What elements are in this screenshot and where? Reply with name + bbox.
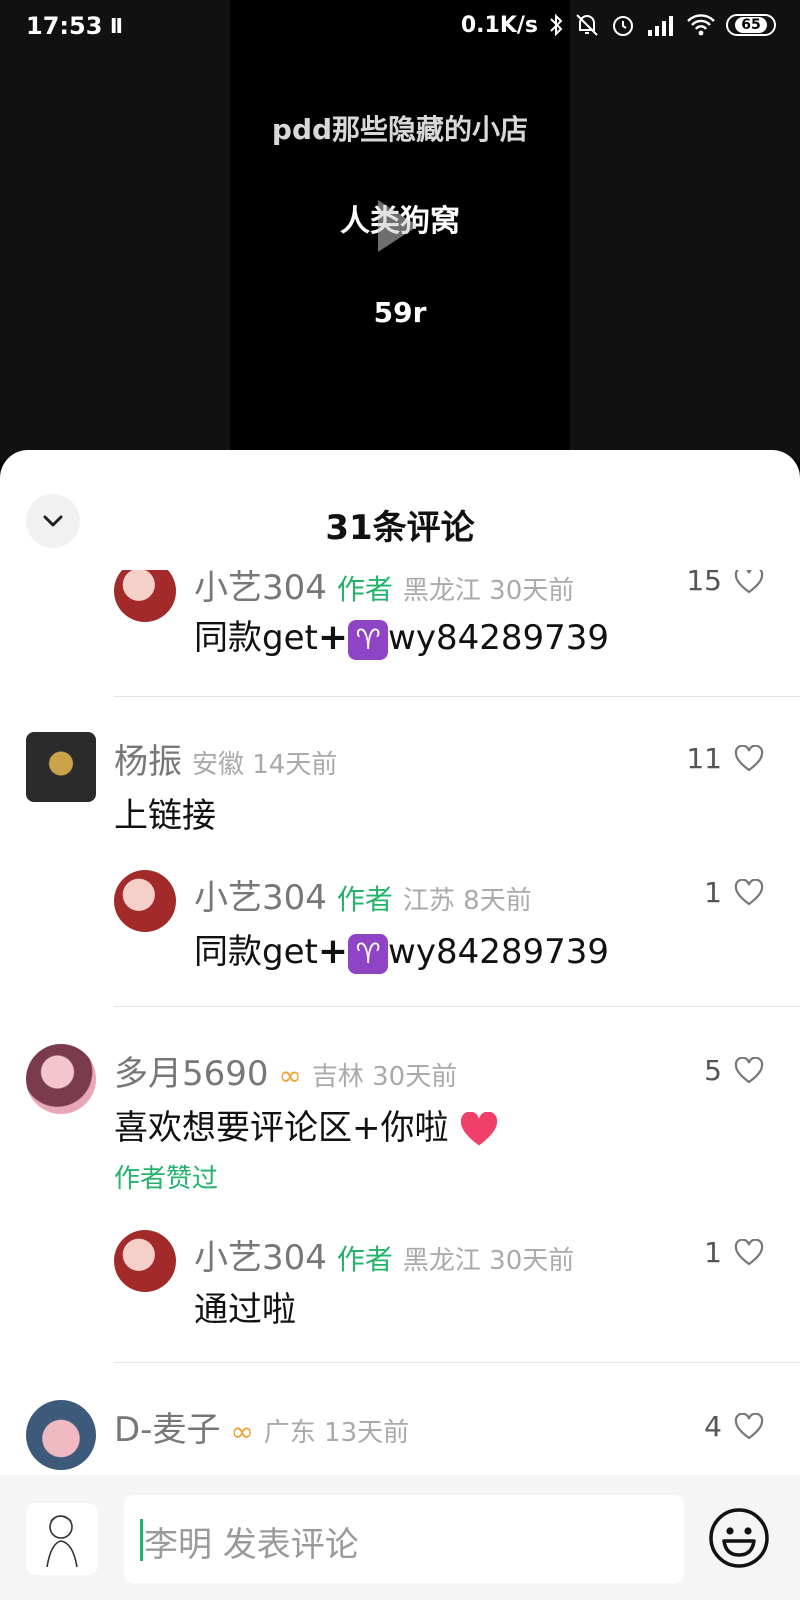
heart-icon[interactable] <box>734 570 764 595</box>
comment-text-main: 喜欢想要评论区+你啦 <box>114 1108 449 1148</box>
username[interactable]: 小艺304 <box>194 570 327 609</box>
comment-meta: 杨振 安徽 14天前 <box>114 734 337 783</box>
author-badge: 作者 <box>336 883 393 916</box>
signal-icon <box>648 16 673 36</box>
like-control[interactable]: 4 <box>704 1410 764 1443</box>
pause-icon: II <box>110 14 123 38</box>
heart-icon[interactable] <box>734 878 764 907</box>
comment-text: 通过啦 <box>194 1290 296 1330</box>
comment-text-prefix: 同款get <box>194 932 318 972</box>
username[interactable]: 小艺304 <box>194 1230 327 1279</box>
video-caption-line3: 59r <box>373 296 427 329</box>
wifi-icon <box>687 14 715 36</box>
avatar[interactable] <box>26 1400 96 1470</box>
my-avatar[interactable] <box>26 1503 98 1575</box>
avatar[interactable] <box>114 570 176 622</box>
username[interactable]: D-麦子 <box>114 1402 220 1451</box>
like-count: 1 <box>704 1236 722 1269</box>
like-control[interactable]: 1 <box>704 1236 764 1269</box>
comments-count-title: 31条评论 <box>325 508 475 548</box>
vip-badge-icon: ∞ <box>230 1415 254 1448</box>
comment-meta: 小艺304 作者 黑龙江 30天前 <box>194 570 574 609</box>
like-control[interactable]: 5 <box>704 1054 764 1087</box>
comment-text-prefix: 同款get <box>194 618 318 658</box>
divider <box>114 1006 800 1007</box>
avatar[interactable] <box>26 732 96 802</box>
username[interactable]: 多月5690 <box>114 1046 269 1095</box>
status-bar: 17:53 II 0.1K/s 65 <box>0 0 800 56</box>
heart-icon[interactable] <box>734 1412 764 1441</box>
divider <box>114 1362 800 1363</box>
region-time: 黑龙江 30天前 <box>402 576 575 606</box>
comment-text-suffix: wy84289739 <box>388 618 609 658</box>
aries-emoji: ♈ <box>348 619 389 660</box>
heart-icon[interactable] <box>734 1238 764 1267</box>
status-icons: 0.1K/s 65 <box>461 12 776 38</box>
red-heart-emoji <box>461 1111 498 1145</box>
text-caret <box>140 1519 143 1561</box>
like-count: 1 <box>704 876 722 909</box>
alarm-icon <box>613 16 633 36</box>
comment-input-placeholder: 李明 发表评论 <box>144 1525 359 1565</box>
comment-meta: 多月5690 ∞ 吉林 30天前 <box>114 1046 457 1095</box>
author-liked-label: 作者赞过 <box>114 1164 219 1194</box>
emoji-icon[interactable] <box>708 1507 770 1569</box>
like-control[interactable]: 11 <box>686 742 764 775</box>
region-time: 吉林 30天前 <box>311 1062 458 1092</box>
comment-input[interactable]: 李明 发表评论 <box>124 1495 684 1583</box>
comment-text: 喜欢想要评论区+你啦 <box>114 1100 499 1149</box>
vip-badge-icon: ∞ <box>278 1059 302 1092</box>
battery-icon: 65 <box>726 14 776 36</box>
author-badge: 作者 <box>336 1243 393 1276</box>
author-badge: 作者 <box>336 573 393 606</box>
plus-emoji: + <box>317 931 349 972</box>
play-icon[interactable] <box>378 200 418 252</box>
comment-text: 同款get+ ♈ wy84289739 <box>194 610 609 660</box>
battery-level: 65 <box>735 17 767 33</box>
avatar[interactable] <box>114 1230 176 1292</box>
comment-text: 上链接 <box>114 796 216 836</box>
region-time: 广东 13天前 <box>263 1418 410 1448</box>
comment-text-suffix: wy84289739 <box>388 932 609 972</box>
comment-composer: 李明 发表评论 <box>0 1475 800 1600</box>
heart-icon[interactable] <box>734 744 764 773</box>
plus-emoji: + <box>317 617 349 658</box>
comments-sheet: 31条评论 小艺304 作者 黑龙江 30天前 15 同款get+ ♈ wy8428… <box>0 450 800 1600</box>
comment-meta: D-麦子 ∞ 广东 13天前 <box>114 1402 409 1451</box>
avatar[interactable] <box>26 1044 96 1114</box>
divider <box>114 696 800 697</box>
comment-list[interactable]: 小艺304 作者 黑龙江 30天前 15 同款get+ ♈ wy84289739 杨… <box>0 570 800 1470</box>
status-time: 17:53 <box>26 12 103 40</box>
avatar[interactable] <box>114 870 176 932</box>
like-count: 4 <box>704 1410 722 1443</box>
aries-emoji: ♈ <box>348 933 389 974</box>
like-count: 11 <box>686 742 722 775</box>
region-time: 黑龙江 30天前 <box>402 1246 575 1276</box>
username[interactable]: 杨振 <box>114 734 182 783</box>
network-speed: 0.1K/s <box>460 12 538 38</box>
mute-icon <box>576 14 598 36</box>
comment-text: 同款get+ ♈ wy84289739 <box>194 924 609 974</box>
comment-meta: 小艺304 作者 江苏 8天前 <box>194 870 532 919</box>
like-control[interactable]: 1 <box>704 876 764 909</box>
region-time: 安徽 14天前 <box>192 750 338 780</box>
username[interactable]: 小艺304 <box>194 870 327 919</box>
comment-meta: 小艺304 作者 黑龙江 30天前 <box>194 1230 574 1279</box>
like-count: 5 <box>704 1054 722 1087</box>
comments-header: 31条评论 <box>0 450 800 570</box>
sketch-avatar-icon <box>46 1515 78 1568</box>
region-time: 江苏 8天前 <box>402 886 532 916</box>
heart-icon[interactable] <box>734 1056 764 1085</box>
bluetooth-icon <box>550 13 563 37</box>
like-count: 15 <box>686 570 722 597</box>
video-caption-line1: pdd那些隐藏的小店 <box>271 113 529 146</box>
like-control[interactable]: 15 <box>686 570 764 597</box>
